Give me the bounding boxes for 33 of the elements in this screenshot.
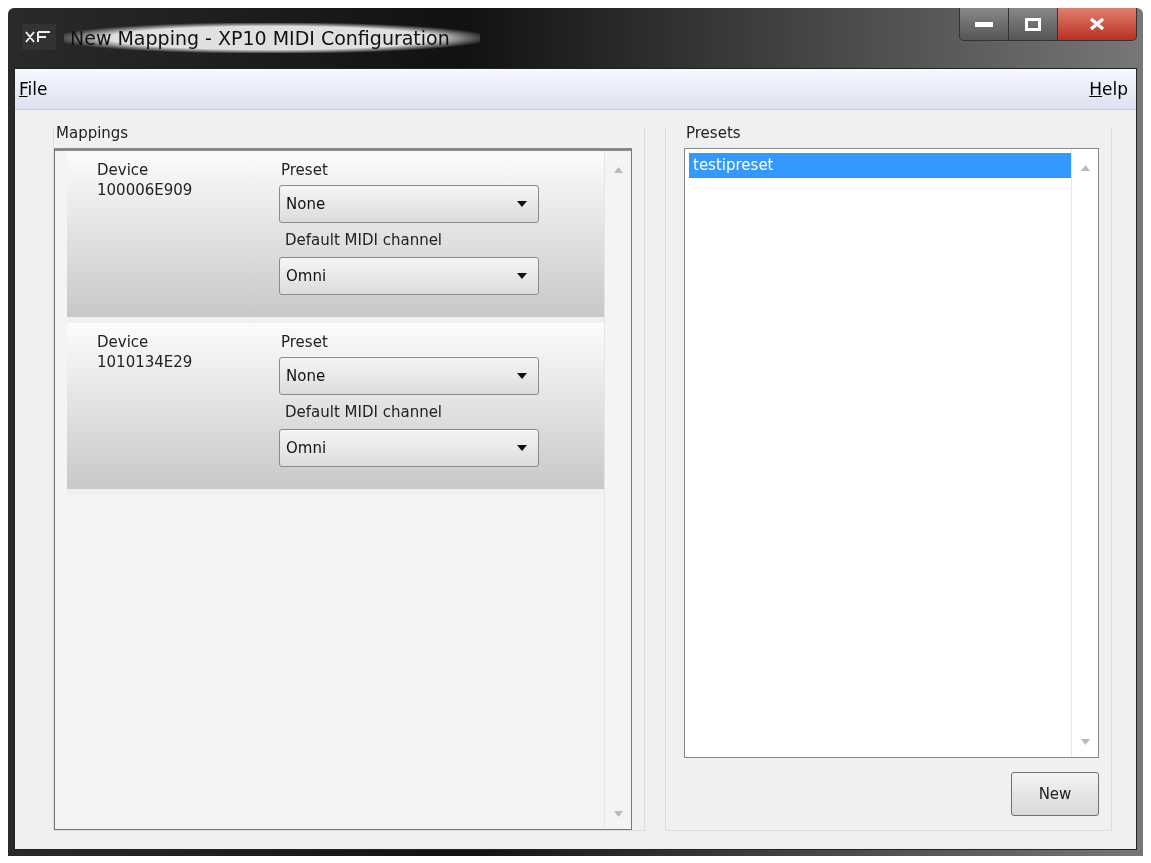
scroll-down-icon[interactable] — [613, 811, 623, 817]
channel-label: Default MIDI channel — [285, 231, 444, 249]
minimize-button[interactable] — [960, 8, 1009, 40]
dropdown-arrow-icon — [516, 200, 528, 208]
maximize-button[interactable] — [1009, 8, 1058, 40]
new-button[interactable]: New — [1011, 772, 1099, 816]
device-id: 100006E909 — [97, 181, 194, 199]
preset-label: Preset — [281, 161, 329, 179]
device-label: Device — [97, 333, 150, 351]
device-label: Device — [97, 161, 150, 179]
channel-label: Default MIDI channel — [285, 403, 444, 421]
group-title: Mappings — [55, 124, 130, 144]
dropdown-arrow-icon — [516, 372, 528, 380]
dropdown-arrow-icon — [516, 444, 528, 452]
scroll-up-icon[interactable] — [1080, 165, 1090, 171]
scroll-down-icon[interactable] — [1080, 739, 1090, 745]
maximize-icon — [1025, 17, 1041, 31]
device-id: 1010134E29 — [97, 353, 194, 371]
menu-item[interactable]: Help — [1089, 79, 1128, 99]
menu-item[interactable]: File — [19, 79, 48, 99]
group-title: Presets — [685, 124, 742, 144]
dropdown-arrow-icon — [516, 272, 528, 280]
window-title: New Mapping - XP10 MIDI Configuration — [64, 23, 480, 53]
minimize-icon — [975, 21, 993, 27]
dropdown[interactable]: None — [279, 185, 539, 223]
scroll-up-icon[interactable] — [613, 167, 623, 173]
dropdown[interactable]: None — [279, 357, 539, 395]
close-icon — [1089, 17, 1105, 31]
preset-label: Preset — [281, 333, 329, 351]
dropdown[interactable]: Omni — [279, 257, 539, 295]
dropdown[interactable]: Omni — [279, 429, 539, 467]
close-button[interactable] — [1058, 8, 1136, 40]
app-icon — [22, 23, 56, 53]
